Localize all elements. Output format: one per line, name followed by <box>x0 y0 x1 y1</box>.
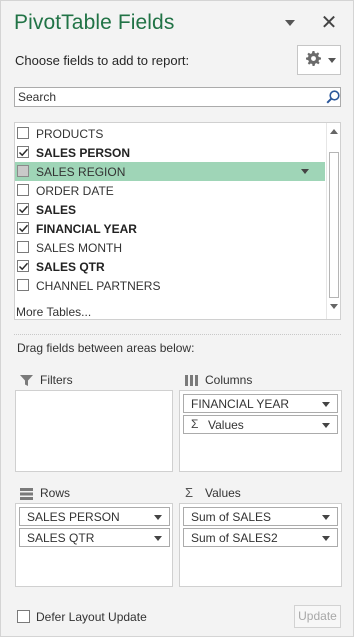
field-checkbox[interactable] <box>17 222 29 234</box>
field-row[interactable]: SALES REGION <box>15 162 325 181</box>
field-label: SALES QTR <box>36 260 105 274</box>
sigma-icon: Σ <box>191 417 199 431</box>
chevron-down-icon[interactable] <box>154 515 162 520</box>
columns-area[interactable]: FINANCIAL YEAR Σ Values <box>179 390 342 472</box>
field-row[interactable]: PRODUCTS <box>15 124 325 143</box>
field-row[interactable]: FINANCIAL YEAR <box>15 219 325 238</box>
values-field-sum-of-sales[interactable]: Sum of SALES <box>183 507 338 526</box>
field-label: SALES REGION <box>36 165 126 179</box>
filters-title: Filters <box>40 373 73 387</box>
section-divider <box>14 334 341 335</box>
columns-icon <box>185 374 199 387</box>
update-button[interactable]: Update <box>294 605 341 628</box>
chevron-down-icon[interactable] <box>154 536 162 541</box>
field-label: SALES <box>36 203 77 217</box>
field-label: ORDER DATE <box>36 184 114 198</box>
search-icon[interactable] <box>325 89 341 105</box>
values-area[interactable]: Sum of SALES Sum of SALES2 <box>179 503 342 587</box>
rows-header: Rows <box>20 486 160 502</box>
scroll-thumb[interactable] <box>329 152 339 298</box>
chevron-down-icon[interactable] <box>283 17 297 29</box>
defer-layout-checkbox[interactable] <box>17 610 30 623</box>
columns-title: Columns <box>205 373 253 387</box>
field-row[interactable]: SALES <box>15 200 325 219</box>
close-button[interactable]: ✕ <box>319 12 339 34</box>
filters-header: Filters <box>20 373 160 389</box>
field-list-scrollbar[interactable] <box>326 123 340 319</box>
gear-icon <box>306 51 321 70</box>
pill-label: SALES QTR <box>27 531 95 545</box>
chevron-down-icon[interactable] <box>322 515 330 520</box>
more-tables-link[interactable]: More Tables... <box>16 305 91 319</box>
values-header: Σ Values <box>185 485 335 502</box>
filter-icon <box>20 374 34 387</box>
field-label: FINANCIAL YEAR <box>36 222 137 236</box>
rows-area[interactable]: SALES PERSON SALES QTR <box>15 503 173 587</box>
field-label: CHANNEL PARTNERS <box>36 279 161 293</box>
field-row[interactable]: SALES MONTH <box>15 238 325 257</box>
filters-area[interactable] <box>15 390 173 472</box>
values-title: Values <box>205 486 241 500</box>
field-checkbox[interactable] <box>17 279 29 291</box>
field-label: PRODUCTS <box>36 127 104 141</box>
field-checkbox[interactable] <box>17 260 29 272</box>
rows-field-sales-person[interactable]: SALES PERSON <box>19 507 170 526</box>
chevron-down-icon[interactable] <box>322 402 330 407</box>
tools-button[interactable] <box>297 45 341 75</box>
choose-fields-label: Choose fields to add to report: <box>15 53 190 68</box>
columns-field-values[interactable]: Σ Values <box>183 415 338 434</box>
values-field-sum-of-sales2[interactable]: Sum of SALES2 <box>183 528 338 547</box>
pane-title: PivotTable Fields <box>14 11 175 34</box>
field-row[interactable]: SALES QTR <box>15 257 325 276</box>
sigma-icon: Σ <box>185 485 194 500</box>
chevron-down-icon <box>328 58 336 63</box>
search-input[interactable] <box>15 88 315 106</box>
pill-label: Sum of SALES <box>191 510 272 524</box>
field-list: PRODUCTS SALES PERSON SALES REGION ORDER DA… <box>14 122 341 320</box>
chevron-down-icon[interactable] <box>322 423 330 428</box>
defer-layout-label: Defer Layout Update <box>36 610 147 624</box>
columns-field-financial-year[interactable]: FINANCIAL YEAR <box>183 394 338 413</box>
field-checkbox[interactable] <box>17 184 29 196</box>
field-row[interactable]: SALES PERSON <box>15 143 325 162</box>
pill-label: Values <box>208 418 244 432</box>
search-box <box>14 87 341 107</box>
scroll-up-icon[interactable] <box>330 128 338 136</box>
field-checkbox[interactable] <box>17 146 29 158</box>
pivot-fields-pane: PivotTable Fields ✕ Choose fields to add… <box>0 0 354 637</box>
field-checkbox[interactable] <box>17 203 29 215</box>
rows-icon <box>20 487 34 500</box>
field-row[interactable]: ORDER DATE <box>15 181 325 200</box>
field-label: SALES MONTH <box>36 241 123 255</box>
columns-header: Columns <box>185 373 335 389</box>
field-checkbox[interactable] <box>17 127 29 139</box>
field-checkbox[interactable] <box>17 165 29 177</box>
rows-title: Rows <box>40 486 71 500</box>
pill-label: SALES PERSON <box>27 510 120 524</box>
field-row[interactable]: CHANNEL PARTNERS <box>15 276 325 295</box>
pill-label: Sum of SALES2 <box>191 531 278 545</box>
field-label: SALES PERSON <box>36 146 131 160</box>
areas-instruction: Drag fields between areas below: <box>17 341 195 355</box>
field-checkbox[interactable] <box>17 241 29 253</box>
chevron-down-icon[interactable] <box>301 169 309 174</box>
rows-field-sales-qtr[interactable]: SALES QTR <box>19 528 170 547</box>
chevron-down-icon[interactable] <box>322 536 330 541</box>
scroll-down-icon[interactable] <box>330 303 338 311</box>
pill-label: FINANCIAL YEAR <box>191 397 290 411</box>
